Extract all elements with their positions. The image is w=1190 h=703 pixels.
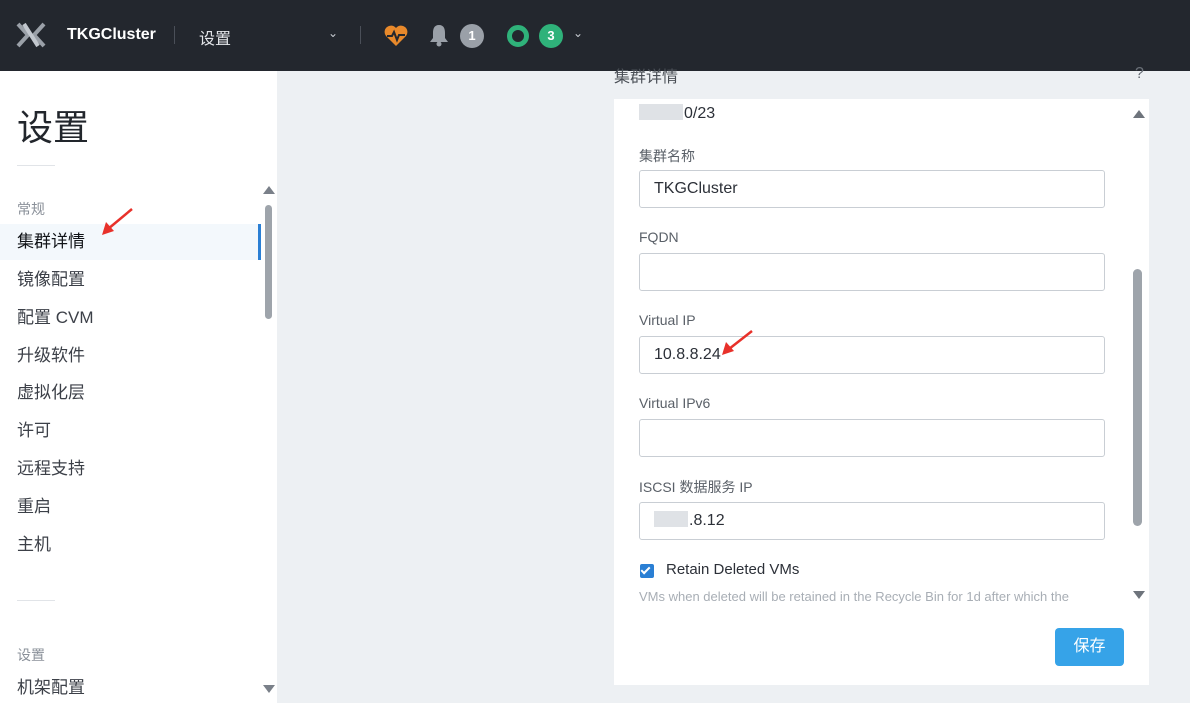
section-label-settings: 设置 — [17, 647, 45, 663]
bell-icon[interactable] — [428, 23, 450, 47]
sidebar-item-configure-cvm[interactable]: 配置 CVM — [0, 300, 258, 336]
cluster-name-label: 集群名称 — [639, 148, 695, 164]
sidebar-item-upgrade-software[interactable]: 升级软件 — [0, 338, 258, 374]
cluster-name-title: TKGCluster — [67, 26, 156, 43]
divider — [17, 600, 55, 601]
virtual-ip-label: Virtual IP — [639, 312, 696, 328]
panel-header: 集群详情 — [614, 69, 679, 86]
iscsi-ip-label: ISCSI 数据服务 IP — [639, 479, 753, 495]
cluster-details-form: 0/23 集群名称 FQDN Virtual IP Virtual IPv6 I… — [614, 99, 1149, 685]
virtual-ipv6-input[interactable] — [639, 419, 1105, 457]
retain-deleted-vms-description: VMs when deleted will be retained in the… — [639, 589, 1069, 604]
page-title: 设置 — [17, 107, 90, 148]
chevron-down-icon[interactable]: ⌄ — [328, 26, 338, 40]
virtual-ipv6-label: Virtual IPv6 — [639, 395, 711, 411]
sidebar-item-licensing[interactable]: 许可 — [0, 413, 258, 449]
scroll-down-arrow-icon[interactable] — [1133, 591, 1145, 599]
sidebar-item-remote-support[interactable]: 远程支持 — [0, 451, 258, 487]
retain-deleted-vms-label: Retain Deleted VMs — [666, 561, 800, 578]
iscsi-ip-value: .8.12 — [689, 512, 725, 529]
redacted-mask — [639, 104, 683, 120]
sidebar-item-image-config[interactable]: 镜像配置 — [0, 262, 258, 298]
subnet-suffix: 0/23 — [684, 105, 716, 122]
iscsi-ip-input[interactable]: .8.12 — [639, 502, 1105, 540]
nav-settings-dropdown[interactable]: 设置 — [199, 25, 231, 49]
form-scrollbar[interactable] — [1133, 269, 1142, 526]
main-content: 集群详情 ? 0/23 集群名称 FQDN Virtual IP Virtual… — [277, 65, 1190, 703]
scroll-up-arrow-icon[interactable] — [263, 186, 275, 194]
x-logo-icon[interactable] — [16, 22, 46, 48]
sidebar-item-hosts[interactable]: 主机 — [0, 527, 258, 563]
fqdn-label: FQDN — [639, 229, 679, 245]
task-status-icon[interactable] — [507, 25, 529, 47]
help-icon[interactable]: ? — [1135, 65, 1144, 83]
virtual-ip-input[interactable] — [639, 336, 1105, 374]
divider — [360, 26, 361, 44]
chevron-down-icon[interactable]: ⌄ — [573, 26, 583, 40]
scroll-up-arrow-icon[interactable] — [1133, 110, 1145, 118]
fqdn-input[interactable] — [639, 253, 1105, 291]
settings-sidebar: 设置 常规 集群详情 镜像配置 配置 CVM 升级软件 虚拟化层 许可 远程支持… — [0, 71, 277, 703]
scroll-down-arrow-icon[interactable] — [263, 685, 275, 693]
task-count-badge[interactable]: 3 — [539, 24, 563, 48]
divider — [174, 26, 175, 44]
health-icon[interactable] — [383, 24, 409, 48]
section-label-general: 常规 — [17, 201, 45, 217]
divider — [17, 165, 55, 166]
save-button[interactable]: 保存 — [1055, 628, 1124, 666]
cluster-name-input[interactable] — [639, 170, 1105, 208]
subnet-value: 0/23 — [639, 104, 715, 123]
checkmark-icon — [640, 564, 651, 575]
sidebar-scrollbar[interactable] — [265, 205, 272, 319]
sidebar-item-rack-config[interactable]: 机架配置 — [0, 670, 258, 703]
sidebar-item-reboot[interactable]: 重启 — [0, 489, 258, 525]
sidebar-item-hypervisor[interactable]: 虚拟化层 — [0, 375, 258, 411]
alert-count-badge[interactable]: 1 — [460, 24, 484, 48]
top-navigation-bar: TKGCluster 设置 ⌄ 1 3 ⌄ — [0, 0, 1190, 71]
redacted-mask — [654, 511, 688, 527]
sidebar-item-cluster-details[interactable]: 集群详情 — [0, 224, 261, 260]
retain-deleted-vms-checkbox[interactable] — [640, 564, 654, 578]
